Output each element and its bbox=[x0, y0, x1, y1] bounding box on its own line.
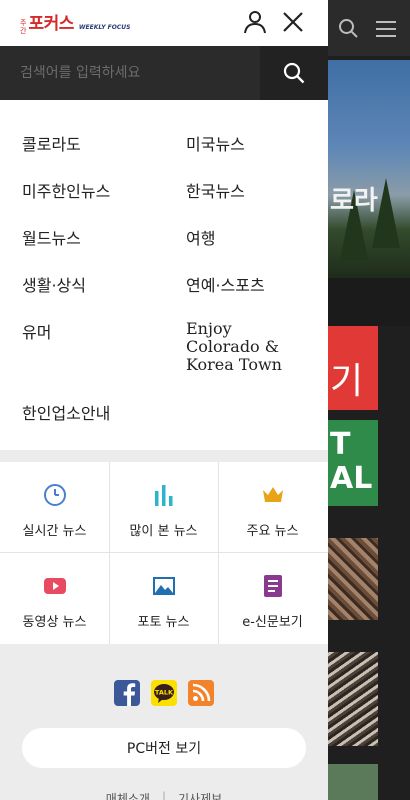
play-icon bbox=[42, 573, 68, 599]
pc-version-button[interactable]: PC버전 보기 bbox=[22, 728, 306, 768]
search-button[interactable] bbox=[260, 46, 328, 100]
background-photo-text: 로라 bbox=[330, 186, 378, 216]
footer-links: 매체소개 | 기사제보 bbox=[0, 790, 328, 800]
background-green-banner-text: T AL bbox=[330, 428, 372, 496]
menu-item-enjoy-colorado[interactable]: Enjoy Colorado & Korea Town bbox=[186, 320, 282, 374]
hamburger-menu-icon[interactable] bbox=[376, 20, 396, 38]
search-icon[interactable] bbox=[338, 18, 358, 38]
bar-chart-icon bbox=[151, 482, 177, 508]
news-video[interactable]: 동영상 뉴스 bbox=[0, 553, 109, 644]
rss-icon[interactable] bbox=[188, 680, 214, 706]
menu-item-us-news[interactable]: 미국뉴스 bbox=[186, 131, 245, 155]
drawer-footer: TALK PC버전 보기 매체소개 | 기사제보 bbox=[0, 644, 328, 800]
photo-icon bbox=[151, 573, 177, 599]
section-divider bbox=[0, 450, 328, 462]
news-e-paper-label: e-신문보기 bbox=[242, 615, 303, 630]
side-drawer: 주 간 포커스 WEEKLY FOCUS 콜로라도 미국뉴스 미주한인뉴스 한국… bbox=[0, 0, 328, 800]
background-photo-audience[interactable] bbox=[328, 652, 378, 746]
facebook-icon[interactable] bbox=[114, 680, 140, 706]
clock-icon bbox=[42, 482, 68, 508]
news-most-viewed[interactable]: 많이 본 뉴스 bbox=[109, 462, 218, 553]
menu-item-business-directory[interactable]: 한인업소안내 bbox=[22, 400, 110, 424]
kakaotalk-label: TALK bbox=[155, 689, 174, 697]
menu-item-korea-news[interactable]: 한국뉴스 bbox=[186, 178, 245, 202]
document-icon bbox=[260, 573, 286, 599]
crown-icon bbox=[260, 482, 286, 508]
news-video-label: 동영상 뉴스 bbox=[22, 615, 87, 630]
news-realtime-label: 실시간 뉴스 bbox=[22, 524, 87, 539]
background-photo-crowd[interactable] bbox=[328, 538, 378, 620]
search-icon bbox=[283, 62, 305, 84]
background-red-banner-text: 기 bbox=[330, 361, 364, 402]
logo-main-text: 포커스 bbox=[28, 14, 74, 34]
kakaotalk-icon[interactable]: TALK bbox=[151, 680, 177, 706]
green-banner-line-2: AL bbox=[330, 461, 373, 496]
menu-item-life-tips[interactable]: 생활·상식 bbox=[22, 272, 86, 296]
news-realtime[interactable]: 실시간 뉴스 bbox=[0, 462, 109, 553]
close-icon[interactable] bbox=[280, 9, 306, 35]
footer-link-about[interactable]: 매체소개 bbox=[106, 790, 150, 800]
news-e-paper[interactable]: e-신문보기 bbox=[218, 553, 327, 644]
logo-sub-text: WEEKLY FOCUS bbox=[78, 24, 131, 31]
search-bar bbox=[0, 46, 328, 100]
news-photo-label: 포토 뉴스 bbox=[137, 615, 190, 630]
menu-item-colorado[interactable]: 콜로라도 bbox=[22, 131, 81, 155]
footer-separator: | bbox=[161, 790, 167, 800]
menu-item-korean-american-news[interactable]: 미주한인뉴스 bbox=[22, 178, 110, 202]
footer-link-news-tip[interactable]: 기사제보 bbox=[178, 790, 222, 800]
logo-small-top: 주 bbox=[20, 19, 27, 27]
logo[interactable]: 주 간 포커스 WEEKLY FOCUS bbox=[20, 9, 130, 35]
menu-item-world-news[interactable]: 월드뉴스 bbox=[22, 225, 81, 249]
logo-small-bottom: 간 bbox=[20, 27, 27, 35]
news-photo[interactable]: 포토 뉴스 bbox=[109, 553, 218, 644]
menu-item-humor[interactable]: 유머 bbox=[22, 319, 51, 343]
search-input[interactable] bbox=[0, 46, 260, 100]
green-banner-line-1: T bbox=[330, 427, 351, 462]
background-photo-tree[interactable] bbox=[328, 764, 378, 800]
category-menu: 콜로라도 미국뉴스 미주한인뉴스 한국뉴스 월드뉴스 여행 생활·상식 연예·스… bbox=[0, 100, 328, 450]
news-top[interactable]: 주요 뉴스 bbox=[218, 462, 327, 553]
news-most-viewed-label: 많이 본 뉴스 bbox=[129, 524, 198, 539]
news-top-label: 주요 뉴스 bbox=[246, 524, 299, 539]
menu-item-travel[interactable]: 여행 bbox=[186, 225, 215, 249]
logo-small-text: 주 간 bbox=[20, 19, 26, 35]
background-strip bbox=[328, 278, 410, 326]
user-icon[interactable] bbox=[242, 9, 268, 35]
menu-item-entertainment-sports[interactable]: 연예·스포츠 bbox=[186, 272, 265, 296]
news-category-grid: 실시간 뉴스 많이 본 뉴스 주요 뉴스 동영상 뉴스 포토 뉴스 e-신문보기 bbox=[0, 462, 328, 644]
drawer-header: 주 간 포커스 WEEKLY FOCUS bbox=[0, 0, 328, 46]
